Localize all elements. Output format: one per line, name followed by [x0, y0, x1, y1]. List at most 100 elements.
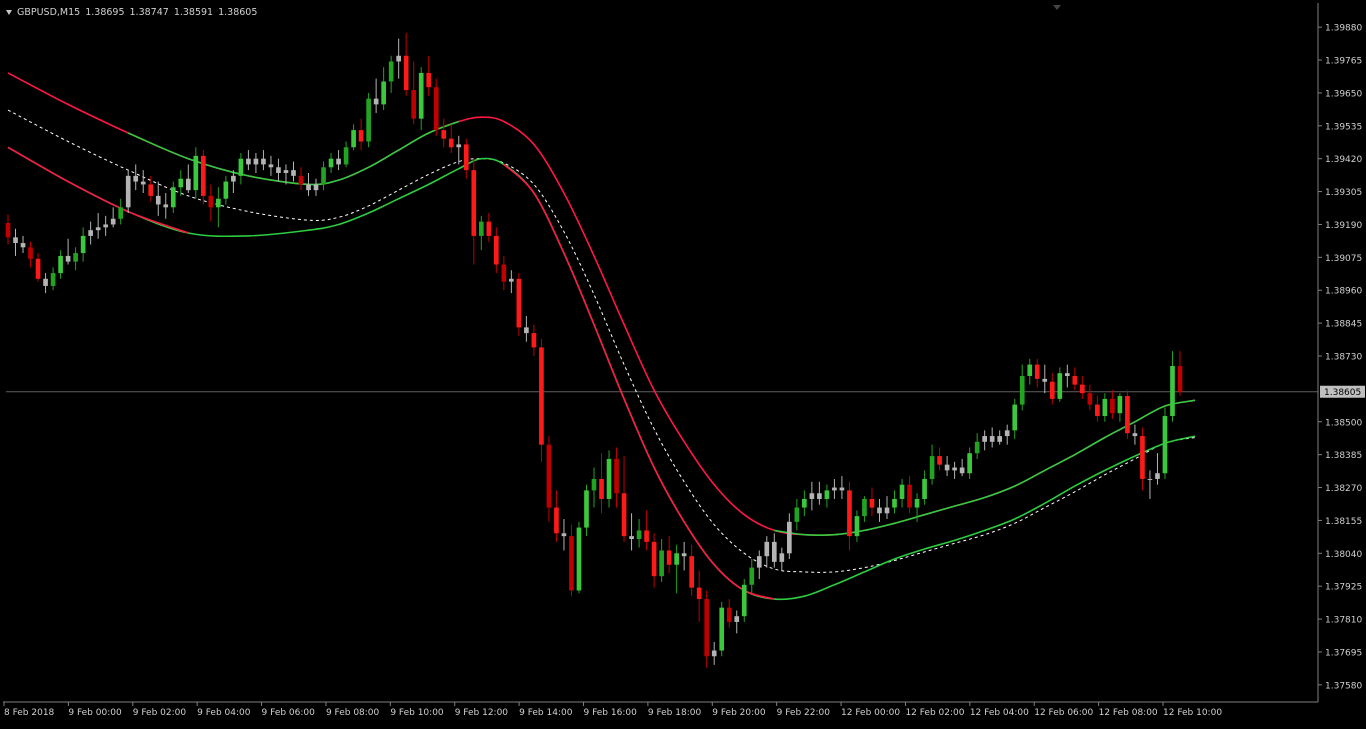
candle-body [614, 458, 619, 494]
band-layer [7, 72, 1196, 601]
candle-body [989, 436, 995, 442]
time-tick-label: 9 Feb 18:00 [648, 708, 702, 718]
candle-body [862, 498, 867, 517]
candle-body [276, 167, 281, 173]
candle-body [524, 327, 529, 334]
candle-body [839, 487, 845, 491]
candle-body [869, 498, 875, 508]
candle-body [832, 487, 837, 491]
collapse-triangle-icon[interactable] [6, 9, 12, 15]
price-tick-label: 1.39305 [1325, 188, 1362, 198]
candle-body [343, 147, 349, 165]
candle-body [974, 441, 980, 454]
candle-body [546, 444, 552, 508]
candle-body [1140, 436, 1145, 479]
time-tick-label: 9 Feb 12:00 [455, 708, 509, 718]
candle-body [696, 587, 702, 600]
time-tick-label: 8 Feb 2018 [4, 708, 55, 718]
candle-body [80, 235, 86, 254]
ohlc-open: 1.38695 [85, 6, 125, 18]
candle-body [373, 98, 379, 105]
time-tick-label: 9 Feb 04:00 [197, 708, 251, 718]
band-lower [7, 146, 1196, 601]
candle-body [268, 164, 274, 168]
candle-body [629, 536, 634, 540]
candle-body [554, 507, 559, 534]
candle-body [28, 247, 33, 259]
candle-body [155, 195, 161, 205]
candle-body [201, 155, 206, 196]
candle-body [719, 607, 725, 651]
ohlc-close: 1.38605 [218, 6, 258, 18]
candle-body [967, 453, 972, 474]
candle-body [576, 527, 582, 591]
candle-body [388, 61, 394, 82]
candle-body [711, 650, 717, 657]
candle-body [606, 458, 612, 499]
candle-body [313, 184, 319, 191]
candle-body [531, 333, 537, 348]
candle-body [689, 556, 694, 588]
candle-body [478, 221, 484, 236]
candle-body [411, 90, 417, 119]
candle-body [561, 533, 567, 537]
candle-body [65, 255, 71, 262]
chart-window[interactable]: 1.39880 1.39765 1.39650 1.39535 1.39420 1.393… [0, 0, 1366, 725]
price-tick-label: 1.37925 [1325, 583, 1362, 593]
candle-body [741, 584, 747, 617]
candle-body [50, 273, 56, 286]
axis-layer: 1.39880 1.39765 1.39650 1.39535 1.39420 1.393… [3, 3, 1365, 718]
candle-body [756, 556, 762, 568]
price-tick-label: 1.37810 [1325, 616, 1362, 626]
candle-body [1027, 364, 1033, 377]
candle-body [140, 181, 146, 185]
candle-body [1042, 378, 1048, 382]
candle-body [771, 541, 777, 562]
price-tick-label: 1.37580 [1325, 681, 1362, 691]
candle-body [88, 230, 93, 236]
candle-body [666, 550, 672, 565]
time-tick-label: 9 Feb 16:00 [584, 708, 638, 718]
candle-body [471, 170, 477, 236]
candle-body [914, 498, 920, 508]
candle-body [366, 98, 371, 142]
candle-body [403, 55, 409, 91]
candle-body [13, 237, 18, 244]
candle-body [95, 227, 101, 231]
candle-body [494, 235, 499, 265]
candle-body [787, 521, 792, 554]
candle-body [328, 158, 334, 168]
candle-body [794, 507, 800, 522]
candle-body [959, 467, 965, 474]
time-tick-label: 12 Feb 08:00 [1099, 708, 1158, 718]
candle-body [291, 170, 296, 176]
price-tick-label: 1.38270 [1325, 484, 1362, 494]
candle-body [253, 158, 259, 165]
candle-body [133, 175, 139, 182]
candle-body [1177, 366, 1183, 392]
candle-body [1132, 433, 1138, 437]
candle-body [651, 541, 657, 577]
candle-body [952, 467, 957, 471]
candle-body [1147, 478, 1153, 480]
band-upper-up-segment [774, 399, 1196, 537]
candle-body [636, 530, 642, 540]
candle-body [674, 553, 679, 565]
price-tick-label: 1.38385 [1325, 451, 1362, 461]
price-tick-label: 1.39420 [1325, 155, 1362, 165]
candle-body [982, 436, 987, 442]
price-tick-label: 1.39075 [1325, 254, 1362, 264]
candle-body [824, 490, 830, 499]
price-chart[interactable]: 1.39880 1.39765 1.39650 1.39535 1.39420 1.393… [0, 0, 1366, 725]
price-tick-label: 1.38845 [1325, 320, 1362, 330]
candle-body [5, 223, 11, 238]
candle-body [73, 253, 78, 262]
candle-body [381, 81, 386, 105]
candle-body [58, 255, 63, 274]
candle-body [185, 178, 191, 191]
candle-body [1102, 398, 1108, 417]
candle-body [892, 498, 897, 508]
candle-body [621, 493, 627, 537]
price-tick-label: 1.39190 [1325, 221, 1362, 231]
candle-body [238, 158, 244, 176]
